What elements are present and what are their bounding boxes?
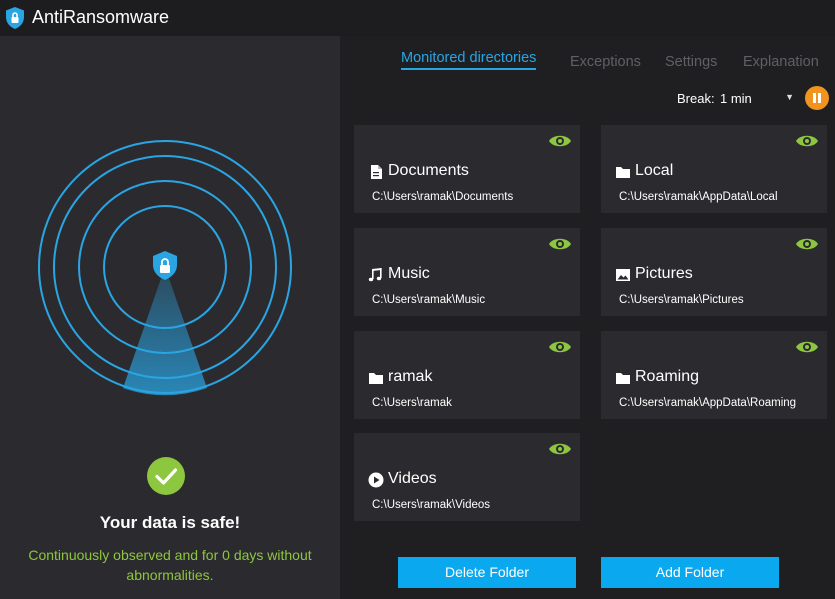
eye-icon[interactable] [795, 236, 819, 252]
folder-path: C:\Users\ramak\AppData\Roaming [619, 397, 797, 409]
folder-card-music[interactable]: Music C:\Users\ramak\Music [354, 228, 580, 316]
folder-name: Local [635, 162, 674, 179]
folder-card-pictures[interactable]: Pictures C:\Users\ramak\Pictures [601, 228, 827, 316]
tab-bar: Monitored directories Exceptions Setting… [340, 50, 835, 76]
status-subtitle-line: Continuously observed and for 0 days wit… [28, 547, 312, 563]
eye-icon[interactable] [795, 339, 819, 355]
pause-icon [813, 93, 816, 103]
eye-icon[interactable] [548, 339, 572, 355]
eye-icon[interactable] [548, 236, 572, 252]
folder-path: C:\Users\ramak\Music [372, 294, 486, 306]
tab-explanation[interactable]: Explanation [743, 54, 819, 70]
folder-name: Music [388, 265, 430, 282]
status-subtitle-line: abnormalities. [126, 567, 214, 583]
break-duration-select[interactable]: 1 min ▼ [712, 88, 794, 108]
document-icon [371, 165, 382, 179]
folder-path: C:\Users\ramak\Pictures [619, 294, 744, 306]
folder-path: C:\Users\ramak\Videos [372, 499, 491, 511]
music-icon [368, 268, 382, 282]
status-subtitle: Continuously observed and for 0 days wit… [10, 545, 330, 585]
folder-icon [369, 373, 383, 384]
folder-path: C:\Users\ramak\AppData\Local [619, 191, 778, 203]
folder-name: Roaming [635, 368, 700, 385]
status-title: Your data is safe! [99, 513, 241, 532]
tab-settings[interactable]: Settings [665, 54, 717, 70]
folder-card-roaming[interactable]: Roaming C:\Users\ramak\AppData\Roaming [601, 331, 827, 419]
chevron-down-icon: ▼ [785, 92, 794, 102]
folder-card-local[interactable]: Local C:\Users\ramak\AppData\Local [601, 125, 827, 213]
radar-beam [123, 267, 207, 396]
tab-exceptions[interactable]: Exceptions [570, 54, 641, 70]
tab-monitored-directories[interactable]: Monitored directories [401, 50, 537, 70]
app-title: AntiRansomware [32, 7, 170, 27]
eye-icon[interactable] [548, 133, 572, 149]
eye-icon[interactable] [795, 133, 819, 149]
delete-folder-button[interactable]: Delete Folder [398, 557, 576, 588]
play-icon [368, 472, 384, 488]
folder-name: ramak [388, 368, 433, 385]
radar-graphic [38, 140, 292, 396]
status-panel: Your data is safe! Continuously observed… [0, 36, 340, 599]
pause-button[interactable] [805, 86, 829, 110]
folder-path: C:\Users\ramak\Documents [372, 191, 514, 203]
folder-name: Pictures [635, 265, 693, 282]
main-panel: Monitored directories Exceptions Setting… [340, 36, 835, 599]
folder-card-ramak[interactable]: ramak C:\Users\ramak [354, 331, 580, 419]
shield-lock-icon [6, 7, 24, 29]
shield-lock-icon [153, 251, 177, 280]
eye-icon[interactable] [548, 441, 572, 457]
title-bar: AntiRansomware [0, 0, 835, 36]
add-folder-button[interactable]: Add Folder [601, 557, 779, 588]
picture-icon [616, 269, 630, 281]
folder-name: Documents [388, 162, 469, 179]
folder-path: C:\Users\ramak [372, 397, 452, 409]
folder-card-documents[interactable]: Documents C:\Users\ramak\Documents [354, 125, 580, 213]
break-value: 1 min [720, 90, 752, 106]
folder-card-videos[interactable]: Videos C:\Users\ramak\Videos [354, 433, 580, 521]
folder-icon [616, 167, 630, 178]
pause-icon [818, 93, 821, 103]
folder-name: Videos [388, 470, 437, 487]
folder-icon [616, 373, 630, 384]
check-circle-icon [147, 457, 185, 495]
break-label: Break: [677, 91, 715, 106]
